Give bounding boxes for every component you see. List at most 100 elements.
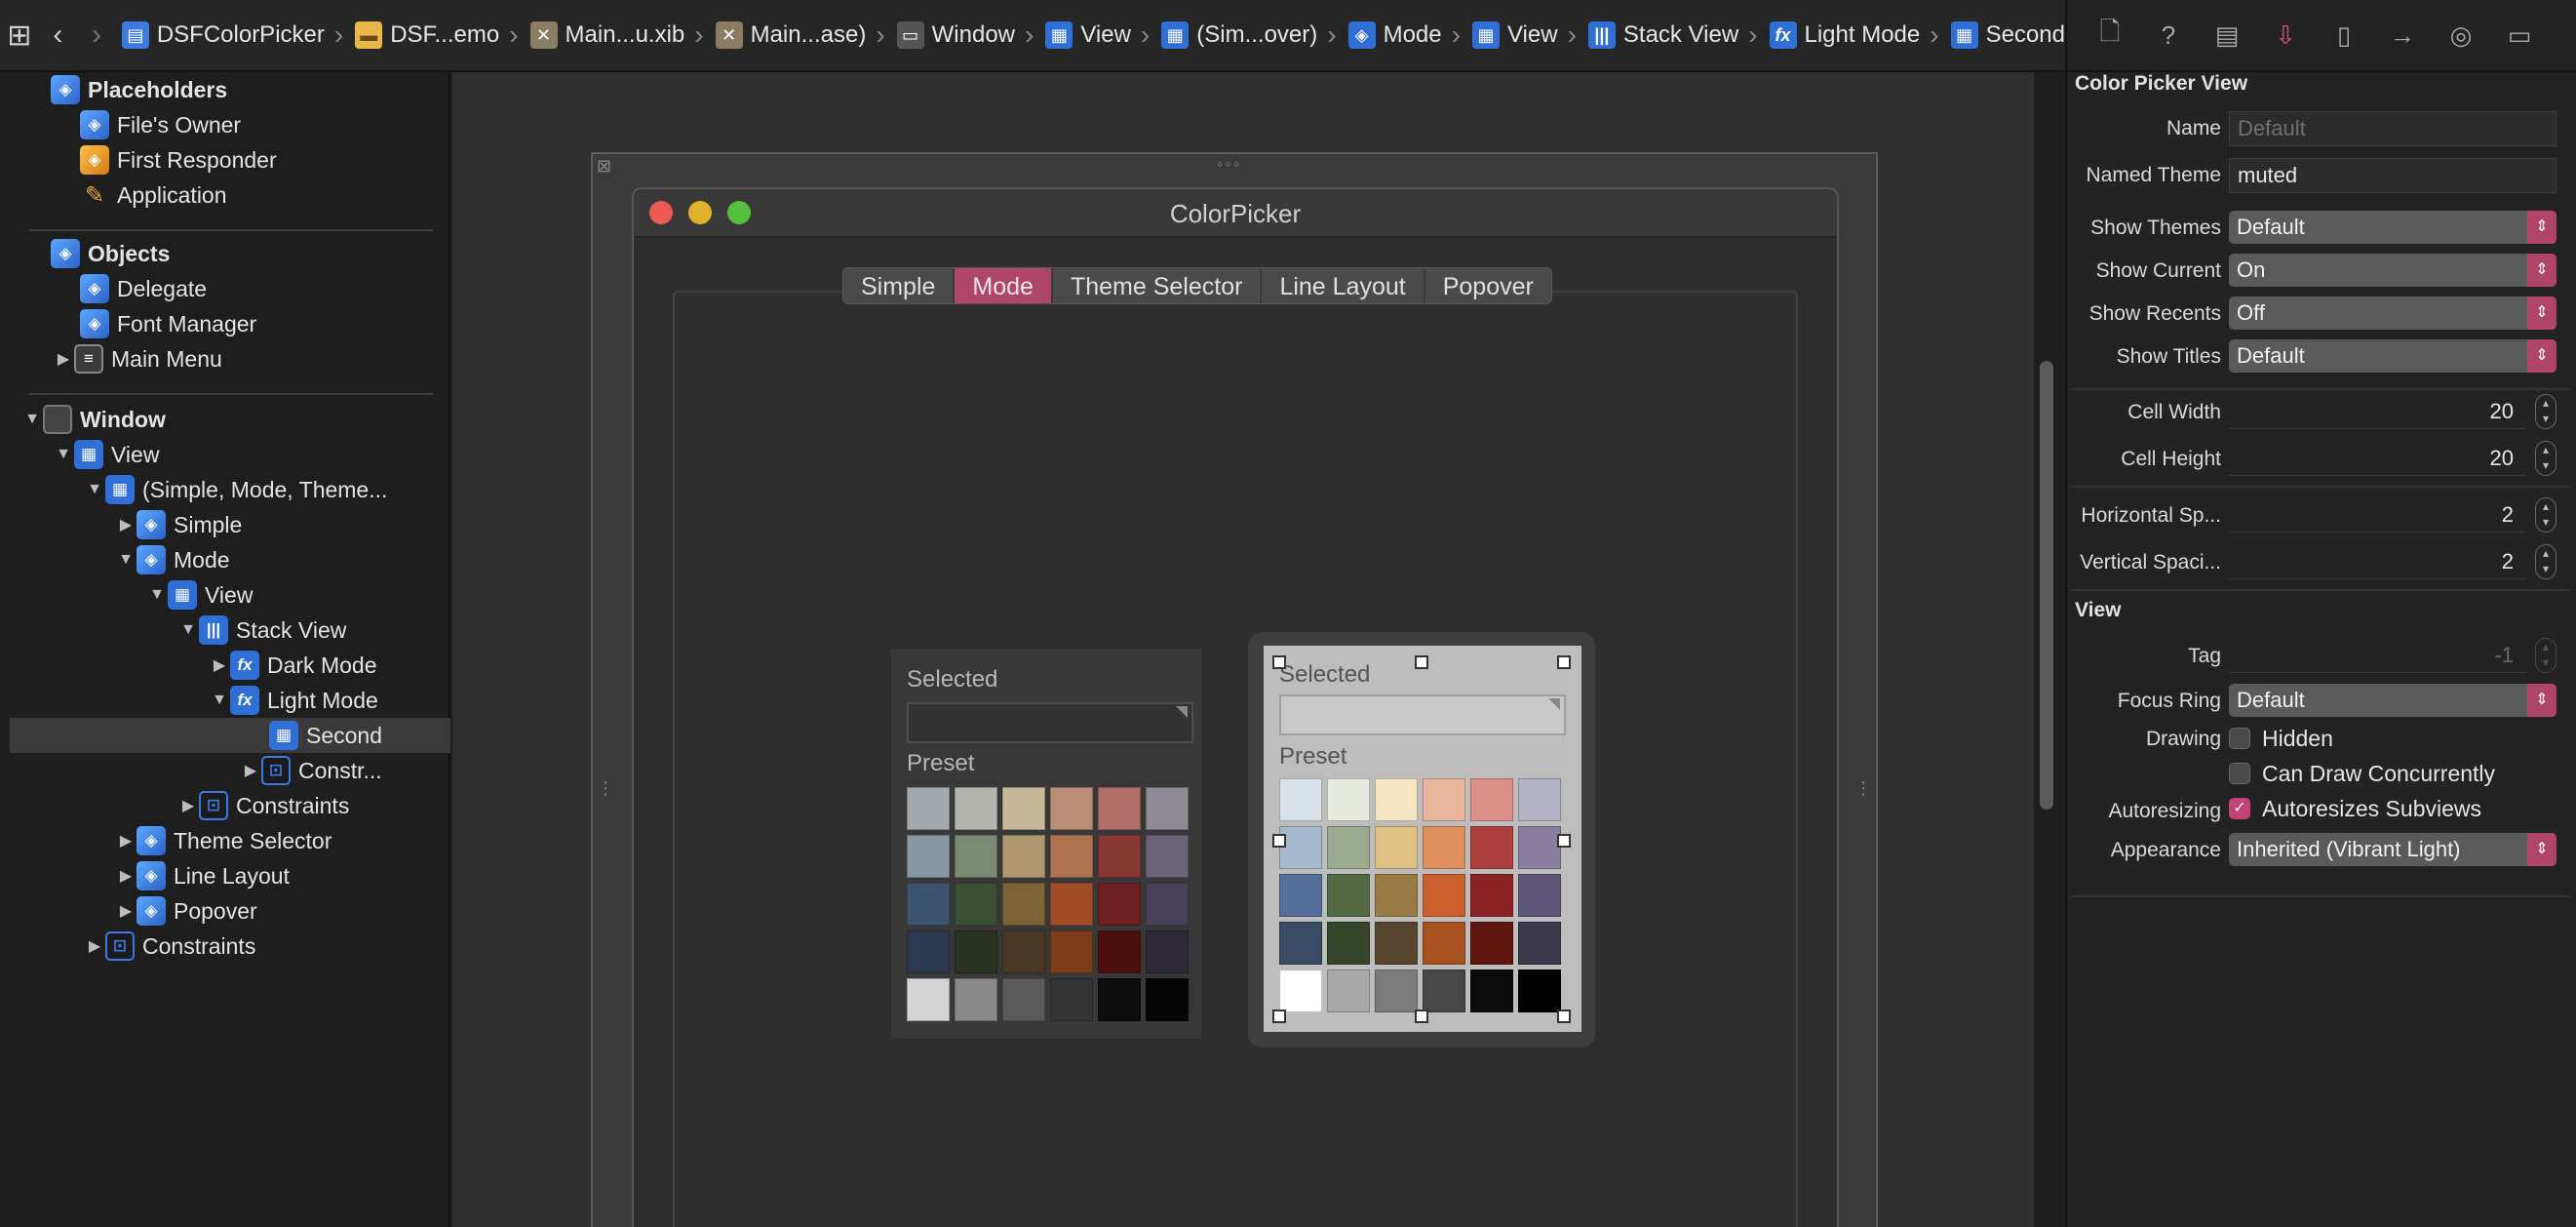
color-swatch[interactable] — [1518, 778, 1561, 821]
tab-theme-selector[interactable]: Theme Selector — [1053, 268, 1263, 303]
selected-color-well[interactable] — [1279, 694, 1566, 735]
color-swatch[interactable] — [907, 978, 950, 1021]
outline-item-placeholders[interactable]: ◈ Placeholders — [51, 72, 227, 107]
breadcrumb-item[interactable]: ▤ DSFColorPicker › — [116, 0, 349, 70]
disclosure-down-icon[interactable]: ▼ — [21, 411, 43, 428]
color-swatch[interactable] — [1327, 874, 1370, 917]
outline-item-tabview[interactable]: ▼ ▦ (Simple, Mode, Theme... — [84, 472, 387, 507]
disclosure-down-icon[interactable]: ▼ — [146, 586, 168, 604]
vertical-spacing-stepper[interactable]: ▴ ▾ — [2535, 544, 2556, 579]
color-swatch[interactable] — [907, 930, 950, 973]
color-swatch[interactable] — [955, 787, 997, 830]
disclosure-down-icon[interactable]: ▼ — [209, 692, 230, 709]
tag-field[interactable]: -1 — [2229, 638, 2525, 673]
horizontal-spacing-stepper[interactable]: ▴ ▾ — [2535, 497, 2556, 533]
color-swatch[interactable] — [1327, 826, 1370, 869]
color-swatch[interactable] — [1002, 787, 1045, 830]
forward-chevron-icon[interactable]: › — [77, 0, 116, 70]
autoresizes-subviews-label[interactable]: Autoresizes Subviews — [2262, 796, 2481, 822]
bindings-icon[interactable]: ◎ — [2432, 0, 2490, 71]
selection-handle[interactable] — [1272, 1009, 1286, 1023]
cell-width-field[interactable]: 20 — [2229, 394, 2525, 429]
resize-handle-icon[interactable]: ⋮ — [1854, 778, 1872, 799]
color-swatch[interactable] — [1002, 883, 1045, 926]
outline-item-objects[interactable]: ◈ Objects — [51, 236, 170, 271]
outline-item-mode[interactable]: ▼ ◈ Mode — [115, 542, 230, 577]
breadcrumb-item[interactable]: ▦ View › — [1466, 0, 1582, 70]
color-swatch[interactable] — [1423, 874, 1465, 917]
resize-handle-icon[interactable]: ⋮ — [597, 778, 614, 799]
disclosure-down-icon[interactable]: ▼ — [115, 551, 137, 569]
color-swatch[interactable] — [1375, 970, 1418, 1012]
color-swatch[interactable] — [955, 835, 997, 878]
selection-handle[interactable] — [1272, 655, 1286, 669]
color-swatch[interactable] — [1423, 970, 1465, 1012]
selection-handle[interactable] — [1557, 1009, 1571, 1023]
color-swatch[interactable] — [1375, 826, 1418, 869]
can-draw-concurrently-checkbox[interactable] — [2229, 763, 2250, 784]
color-swatch[interactable] — [1098, 787, 1141, 830]
disclosure-right-icon[interactable]: ▶ — [115, 831, 137, 851]
color-swatch[interactable] — [955, 978, 997, 1021]
outline-item-constraints-inner[interactable]: ▶ ⊡ Constraints — [177, 788, 349, 823]
tab-line-layout[interactable]: Line Layout — [1262, 268, 1425, 303]
outline-item-view[interactable]: ▼ ▦ View — [53, 437, 159, 472]
color-swatch[interactable] — [1146, 978, 1189, 1021]
disclosure-right-icon[interactable]: ▶ — [209, 655, 230, 675]
breadcrumb-item[interactable]: ▬ DSF...emo › — [349, 0, 524, 70]
can-draw-concurrently-label[interactable]: Can Draw Concurrently — [2262, 761, 2495, 787]
color-swatch[interactable] — [1279, 922, 1322, 965]
outline-item-second[interactable]: ▦ Second — [10, 718, 450, 753]
hidden-checkbox-label[interactable]: Hidden — [2262, 726, 2333, 752]
cell-height-field[interactable]: 20 — [2229, 441, 2525, 476]
selection-handle[interactable] — [1272, 834, 1286, 848]
disclosure-down-icon[interactable]: ▼ — [177, 621, 199, 639]
horizontal-spacing-field[interactable]: 2 — [2229, 497, 2525, 533]
disclosure-down-icon[interactable]: ▼ — [84, 481, 105, 498]
outline-item-delegate[interactable]: ◈ Delegate — [80, 271, 207, 306]
color-swatch[interactable] — [1146, 883, 1189, 926]
color-swatch[interactable] — [1146, 930, 1189, 973]
color-swatch[interactable] — [1375, 874, 1418, 917]
show-themes-popup[interactable]: Default ⇕ — [2229, 211, 2556, 244]
app-window[interactable]: ColorPicker Simple Mode Theme Selector L… — [632, 187, 1839, 1227]
color-swatch[interactable] — [1279, 826, 1322, 869]
effects-icon[interactable]: ▭ — [2490, 0, 2549, 71]
show-current-popup[interactable]: On ⇕ — [2229, 254, 2556, 287]
color-swatch[interactable] — [1002, 930, 1045, 973]
disclosure-right-icon[interactable]: ▶ — [177, 796, 199, 815]
name-field[interactable]: Default — [2229, 111, 2556, 146]
color-swatch[interactable] — [1375, 922, 1418, 965]
breadcrumb-item[interactable]: ✕ Main...ase) › — [710, 0, 891, 70]
resize-handle-icon[interactable]: ◦◦◦ — [1217, 154, 1241, 175]
focus-ring-popup[interactable]: Default ⇕ — [2229, 684, 2556, 717]
color-swatch[interactable] — [1098, 930, 1141, 973]
color-swatch[interactable] — [1518, 874, 1561, 917]
breadcrumb-item[interactable]: ▦ View › — [1039, 0, 1155, 70]
outline-item-line-layout[interactable]: ▶ ◈ Line Layout — [115, 858, 290, 893]
attributes-icon[interactable]: ⇩ — [2256, 0, 2315, 71]
outline-item-font-manager[interactable]: ◈ Font Manager — [80, 306, 256, 341]
cell-height-stepper[interactable]: ▴ ▾ — [2535, 441, 2556, 476]
selection-handle[interactable] — [1415, 655, 1428, 669]
file-icon[interactable]: 🗋 — [2081, 0, 2139, 71]
breadcrumb-item[interactable]: ◈ Mode › — [1343, 0, 1466, 70]
color-swatch[interactable] — [1146, 787, 1189, 830]
hidden-checkbox[interactable] — [2229, 728, 2250, 749]
outline-item-simple[interactable]: ▶ ◈ Simple — [115, 507, 242, 542]
selected-color-well[interactable] — [907, 702, 1193, 743]
color-swatch[interactable] — [1327, 970, 1370, 1012]
outline-item-constraints-outer[interactable]: ▶ ⊡ Constraints — [84, 929, 255, 964]
outline-item-stack-view[interactable]: ▼ ||| Stack View — [177, 613, 346, 648]
outline-item-light-mode[interactable]: ▼ fx Light Mode — [209, 683, 378, 718]
color-swatch[interactable] — [1470, 778, 1513, 821]
outline-item-first-responder[interactable]: ◈ First Responder — [80, 142, 277, 178]
color-swatch[interactable] — [1002, 835, 1045, 878]
color-swatch[interactable] — [1050, 930, 1093, 973]
color-swatch[interactable] — [1327, 922, 1370, 965]
outline-item-mode-view[interactable]: ▼ ▦ View — [146, 577, 253, 613]
breadcrumb-item[interactable]: ▦ (Sim...over) › — [1155, 0, 1342, 70]
color-swatch[interactable] — [1050, 978, 1093, 1021]
disclosure-right-icon[interactable]: ▶ — [240, 761, 261, 780]
color-swatch[interactable] — [1423, 922, 1465, 965]
